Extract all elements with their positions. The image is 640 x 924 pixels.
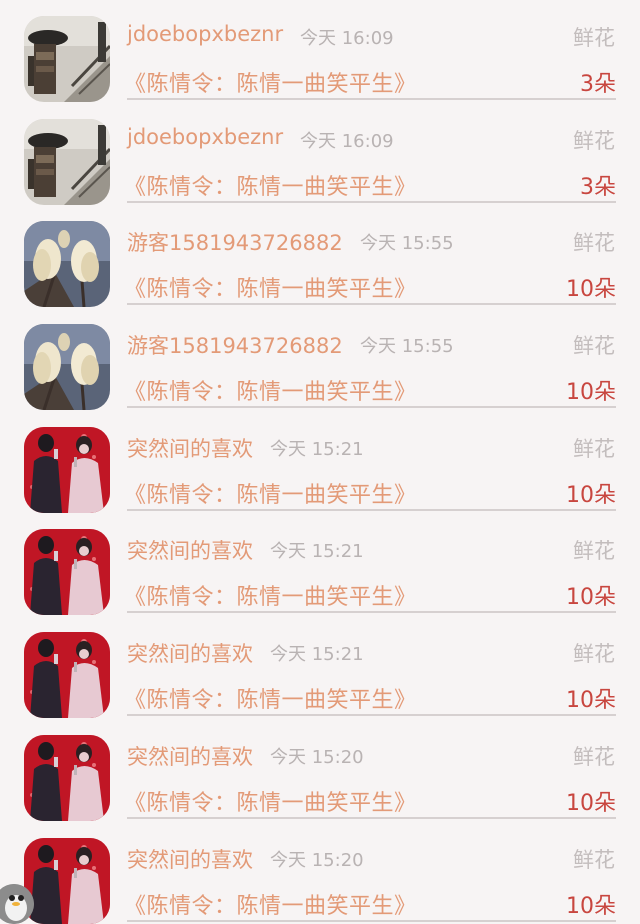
white-magnolia-photo (24, 324, 110, 410)
gift-count: 10朵 (566, 579, 616, 611)
timestamp: 今天 15:21 (270, 640, 364, 666)
stage-singers-photo (24, 427, 110, 513)
timestamp: 今天 16:09 (300, 24, 394, 50)
timestamp: 今天 15:21 (270, 435, 364, 461)
timestamp: 今天 15:21 (270, 537, 364, 563)
timestamp: 今天 15:20 (270, 846, 364, 872)
row-divider (127, 98, 616, 100)
gift-record-row[interactable]: jdoebopxbeznr 今天 16:09 鲜花《陈情令：陈情一曲笑平生》 3朵 (0, 103, 640, 206)
work-title-link[interactable]: 《陈情令：陈情一曲笑平生》 (124, 579, 417, 611)
user-avatar[interactable] (24, 632, 110, 718)
row-divider (127, 817, 616, 819)
work-title-link[interactable]: 《陈情令：陈情一曲笑平生》 (124, 888, 417, 920)
gift-count: 3朵 (580, 66, 616, 98)
gift-count: 10朵 (566, 271, 616, 303)
stage-singers-photo (24, 632, 110, 718)
user-avatar[interactable] (24, 16, 110, 102)
gift-record-row[interactable]: 突然间的喜欢今天 15:21 鲜花《陈情令：陈情一曲笑平生》 10朵 (0, 411, 640, 514)
row-divider (127, 406, 616, 408)
gift-record-list: jdoebopxbeznr今天 16:09鲜花《陈情令：陈情一曲笑平生》3朵 j… (0, 0, 640, 924)
timestamp: 今天 15:55 (360, 229, 454, 255)
user-name[interactable]: jdoebopxbeznr (127, 125, 283, 149)
user-avatar[interactable] (24, 324, 110, 410)
work-title-link[interactable]: 《陈情令：陈情一曲笑平生》 (124, 66, 417, 98)
gift-record-row[interactable]: 游客1581943726882 今天 15:55 鲜花《陈情令：陈情一曲笑平生》 10… (0, 308, 640, 411)
gift-type-label: 鲜花 (573, 22, 615, 52)
user-name[interactable]: 突然间的喜欢 (127, 638, 253, 668)
gift-type-label: 鲜花 (573, 125, 615, 155)
gift-type-label: 鲜花 (573, 433, 615, 463)
gift-type-label: 鲜花 (573, 741, 615, 771)
user-avatar[interactable] (24, 735, 110, 821)
rainy-street-photo (24, 119, 110, 205)
timestamp: 今天 15:20 (270, 743, 364, 769)
work-title-link[interactable]: 《陈情令：陈情一曲笑平生》 (124, 271, 417, 303)
gift-count: 3朵 (580, 169, 616, 201)
work-title-link[interactable]: 《陈情令：陈情一曲笑平生》 (124, 785, 417, 817)
row-divider (127, 303, 616, 305)
user-name[interactable]: 游客1581943726882 (127, 227, 343, 257)
gift-type-label: 鲜花 (573, 330, 615, 360)
work-title-link[interactable]: 《陈情令：陈情一曲笑平生》 (124, 374, 417, 406)
user-name[interactable]: 游客1581943726882 (127, 330, 343, 360)
user-avatar[interactable] (24, 529, 110, 615)
white-magnolia-photo (24, 221, 110, 307)
work-title-link[interactable]: 《陈情令：陈情一曲笑平生》 (124, 682, 417, 714)
user-name[interactable]: jdoebopxbeznr (127, 22, 283, 46)
gift-count: 10朵 (566, 785, 616, 817)
gift-record-row[interactable]: 突然间的喜欢今天 15:20 鲜花《陈情令：陈情一曲笑平生》 10朵 (0, 822, 640, 924)
user-name[interactable]: 突然间的喜欢 (127, 844, 253, 874)
stage-singers-photo (24, 529, 110, 615)
user-avatar[interactable] (24, 427, 110, 513)
rainy-street-photo (24, 16, 110, 102)
user-avatar[interactable] (24, 221, 110, 307)
gift-count: 10朵 (566, 477, 616, 509)
row-divider (127, 611, 616, 613)
stage-singers-photo (24, 838, 110, 924)
gift-type-label: 鲜花 (573, 535, 615, 565)
gift-count: 10朵 (566, 888, 616, 920)
gift-record-row[interactable]: 突然间的喜欢今天 15:21 鲜花《陈情令：陈情一曲笑平生》 10朵 (0, 616, 640, 719)
user-name[interactable]: 突然间的喜欢 (127, 433, 253, 463)
timestamp: 今天 15:55 (360, 332, 454, 358)
gift-record-row[interactable]: 突然间的喜欢今天 15:20 鲜花《陈情令：陈情一曲笑平生》 10朵 (0, 719, 640, 822)
gift-record-row[interactable]: jdoebopxbeznr 今天 16:09 鲜花《陈情令：陈情一曲笑平生》 3朵 (0, 0, 640, 103)
gift-type-label: 鲜花 (573, 638, 615, 668)
user-name[interactable]: 突然间的喜欢 (127, 741, 253, 771)
user-name[interactable]: 突然间的喜欢 (127, 535, 253, 565)
row-divider (127, 714, 616, 716)
timestamp: 今天 16:09 (300, 127, 394, 153)
work-title-link[interactable]: 《陈情令：陈情一曲笑平生》 (124, 169, 417, 201)
row-divider (127, 201, 616, 203)
gift-record-row[interactable]: 突然间的喜欢今天 15:21 鲜花《陈情令：陈情一曲笑平生》 10朵 (0, 513, 640, 616)
gift-record-row[interactable]: 游客1581943726882 今天 15:55 鲜花《陈情令：陈情一曲笑平生》 10… (0, 205, 640, 308)
gift-count: 10朵 (566, 374, 616, 406)
gift-type-label: 鲜花 (573, 844, 615, 874)
stage-singers-photo (24, 735, 110, 821)
user-avatar[interactable] (24, 838, 110, 924)
row-divider (127, 509, 616, 511)
work-title-link[interactable]: 《陈情令：陈情一曲笑平生》 (124, 477, 417, 509)
gift-type-label: 鲜花 (573, 227, 615, 257)
gift-count: 10朵 (566, 682, 616, 714)
user-avatar[interactable] (24, 119, 110, 205)
